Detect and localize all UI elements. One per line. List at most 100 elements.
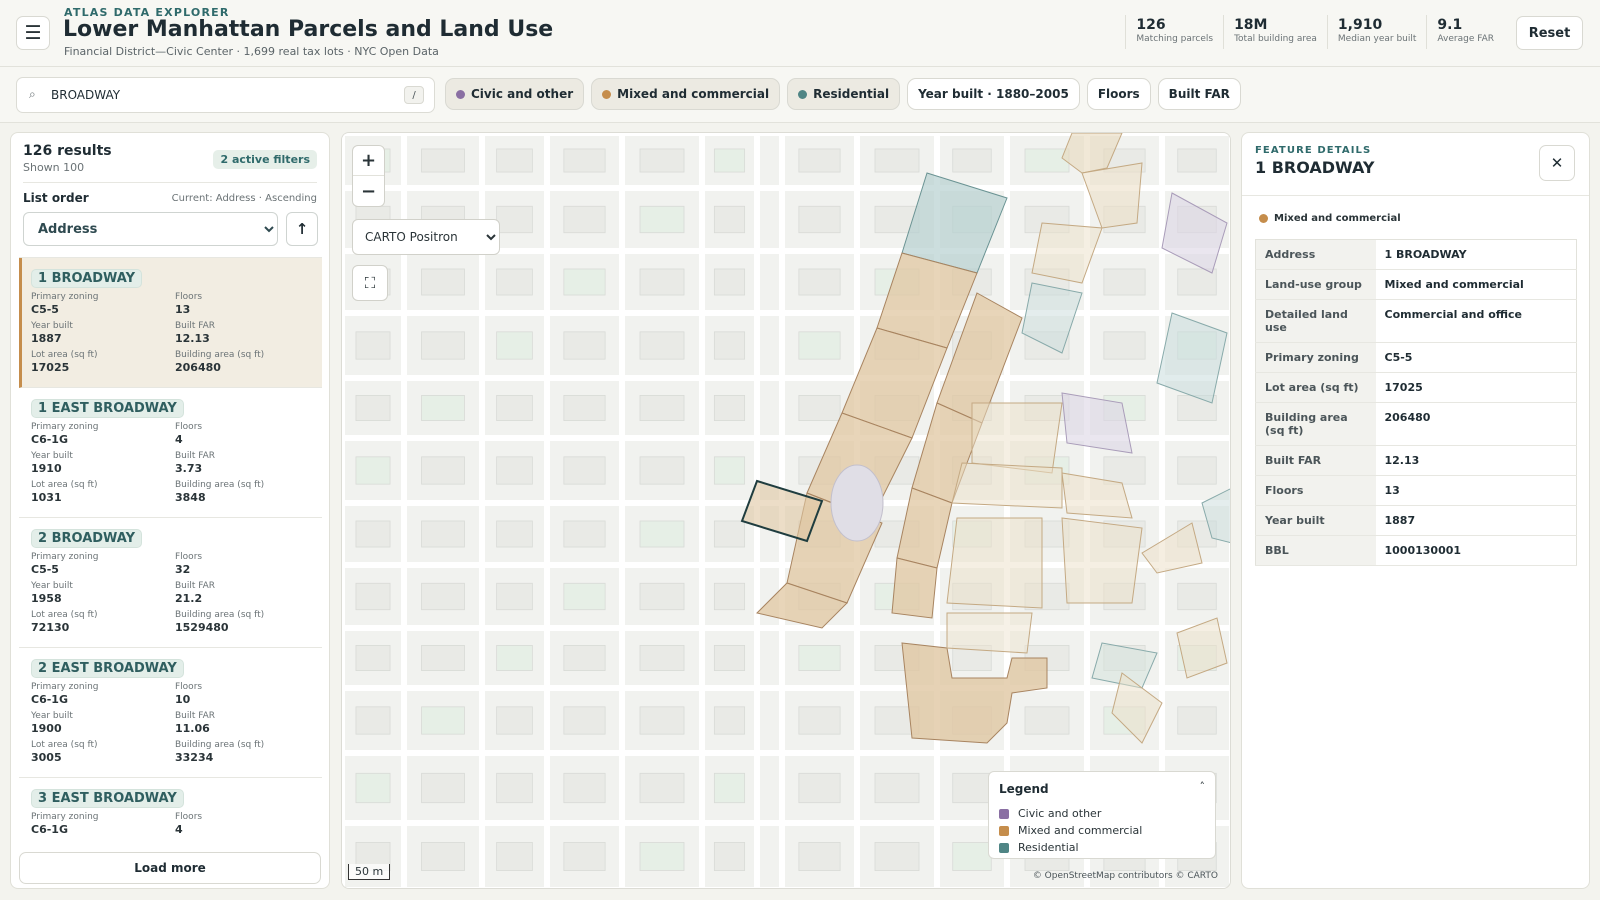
attribute-value: 1000130001 bbox=[1375, 535, 1577, 566]
stat-value: 1,910 bbox=[1337, 17, 1383, 33]
building-footprint bbox=[563, 582, 606, 611]
building-footprint bbox=[496, 706, 533, 735]
building-footprint bbox=[798, 331, 841, 360]
map-canvas[interactable]: + − CARTO Positron ⛶ 50 m © OpenStreetMa… bbox=[341, 132, 1231, 889]
menu-button[interactable]: ☰ bbox=[16, 16, 50, 50]
building-footprint bbox=[421, 394, 465, 421]
chip-year-built[interactable]: Year built · 1880–2005 bbox=[907, 78, 1080, 110]
attribute-key: Year built bbox=[1255, 505, 1376, 536]
building-footprint bbox=[1103, 456, 1146, 485]
fullscreen-button[interactable]: ⛶ bbox=[352, 265, 388, 301]
attribute-table: Address 1 BROADWAY Land-use group Mixed and… bbox=[1255, 239, 1577, 566]
building-footprint bbox=[1103, 331, 1146, 360]
field-label: Floors bbox=[175, 682, 203, 692]
parcel[interactable] bbox=[1061, 517, 1143, 604]
building-footprint bbox=[713, 268, 746, 296]
field-label: Built FAR bbox=[175, 581, 216, 591]
field-label: Year built bbox=[31, 451, 73, 461]
land-use-dot-icon bbox=[1259, 214, 1268, 223]
building-footprint bbox=[713, 520, 746, 548]
result-card[interactable]: 3 EAST BROADWAY Primary zoning C6-1G Floo… bbox=[19, 778, 322, 834]
building-footprint bbox=[355, 645, 391, 672]
stat-average-far: 9.1 Average FAR bbox=[1426, 15, 1504, 49]
scale-bar: 50 m bbox=[348, 864, 391, 880]
field-label: Building area (sq ft) bbox=[175, 480, 265, 490]
chip-mixed-and-commercial[interactable]: Mixed and commercial bbox=[591, 78, 781, 110]
building-footprint bbox=[355, 394, 391, 421]
field-label: Year built bbox=[31, 711, 73, 721]
field-label: Floors bbox=[175, 292, 203, 302]
building-footprint bbox=[563, 645, 606, 672]
parcel[interactable] bbox=[1031, 222, 1103, 284]
chip-label: Built FAR bbox=[1168, 87, 1230, 101]
result-card[interactable]: 1 BROADWAY Primary zoning C5-5 Floors 13 Y… bbox=[19, 258, 322, 388]
chip-residential[interactable]: Residential bbox=[787, 78, 901, 110]
parcel[interactable] bbox=[1156, 312, 1228, 404]
building-footprint bbox=[713, 772, 746, 804]
collapse-legend-icon[interactable]: ˄ bbox=[1200, 780, 1206, 793]
building-footprint bbox=[563, 520, 606, 548]
basemap-select[interactable]: CARTO Positron bbox=[352, 219, 500, 255]
attribute-key: Primary zoning bbox=[1255, 342, 1376, 373]
result-card[interactable]: 1 EAST BROADWAY Primary zoning C6-1G Floo… bbox=[19, 388, 322, 518]
chip-label: Floors bbox=[1097, 87, 1140, 101]
building-footprint bbox=[496, 582, 533, 611]
zoom-out-button[interactable]: − bbox=[353, 176, 384, 206]
field-value: 206480 bbox=[175, 361, 221, 374]
parcel[interactable] bbox=[951, 462, 1063, 509]
sort-direction-button[interactable]: ↑ bbox=[286, 212, 318, 246]
building-footprint bbox=[355, 456, 391, 485]
attribute-key: Building area (sq ft) bbox=[1255, 402, 1376, 446]
chip-floors[interactable]: Floors bbox=[1086, 78, 1151, 110]
parcel[interactable] bbox=[830, 464, 884, 542]
stat-label: Total building area bbox=[1234, 34, 1317, 44]
building-footprint bbox=[563, 842, 606, 871]
building-footprint bbox=[1024, 706, 1070, 735]
summary-stats: 126 Matching parcels 18M Total building … bbox=[1125, 15, 1504, 49]
parcel[interactable] bbox=[1081, 162, 1143, 229]
parcel[interactable] bbox=[891, 557, 938, 619]
results-count: 126 results bbox=[23, 143, 112, 159]
load-more-button[interactable]: Load more bbox=[19, 852, 321, 884]
building-footprint bbox=[874, 148, 920, 173]
search-input[interactable] bbox=[51, 78, 381, 112]
attribute-key: Address bbox=[1255, 239, 1376, 270]
stat-matching-parcels: 126 Matching parcels bbox=[1125, 15, 1223, 49]
field-label: Built FAR bbox=[175, 321, 216, 331]
building-footprint bbox=[639, 205, 685, 234]
result-title: 2 EAST BROADWAY bbox=[31, 659, 184, 678]
result-card[interactable]: 2 EAST BROADWAY Primary zoning C6-1G Floo… bbox=[19, 648, 322, 778]
reset-button[interactable]: Reset bbox=[1516, 16, 1583, 50]
chip-civic-and-other[interactable]: Civic and other bbox=[445, 78, 585, 110]
parcel[interactable] bbox=[946, 612, 1033, 654]
building-footprint bbox=[563, 148, 606, 173]
field-value: 12.13 bbox=[175, 332, 210, 345]
field-value: C5-5 bbox=[31, 563, 59, 576]
close-details-button[interactable]: ✕ bbox=[1539, 145, 1575, 181]
parcel[interactable] bbox=[1161, 192, 1228, 274]
page-title: Lower Manhattan Parcels and Land Use bbox=[63, 17, 554, 42]
building-footprint bbox=[713, 706, 746, 735]
mixed-swatch-icon bbox=[999, 825, 1009, 836]
parcel[interactable] bbox=[946, 517, 1043, 609]
feature-details-panel: FEATURE DETAILS 1 BROADWAY ✕ Mixed and c… bbox=[1241, 132, 1590, 889]
result-title: 1 BROADWAY bbox=[31, 269, 143, 288]
parcel[interactable] bbox=[971, 402, 1063, 474]
building-footprint bbox=[421, 842, 465, 871]
building-footprint bbox=[563, 331, 606, 360]
building-footprint bbox=[952, 148, 992, 173]
result-card[interactable]: 2 BROADWAY Primary zoning C5-5 Floors 32 Y… bbox=[19, 518, 322, 648]
zoom-in-button[interactable]: + bbox=[353, 146, 384, 176]
search-box: ⌕ / bbox=[16, 77, 435, 113]
chip-built-far[interactable]: Built FAR bbox=[1157, 78, 1241, 110]
attribute-value: 13 bbox=[1375, 475, 1577, 506]
attribute-value: C5-5 bbox=[1375, 342, 1577, 373]
stat-label: Median year built bbox=[1337, 34, 1417, 44]
field-value: 13 bbox=[175, 303, 191, 316]
sort-select[interactable]: Address bbox=[23, 212, 278, 246]
building-footprint bbox=[563, 205, 606, 234]
attribute-value: 206480 bbox=[1375, 402, 1577, 446]
parcel[interactable] bbox=[1141, 522, 1203, 574]
results-list[interactable]: 1 BROADWAY Primary zoning C5-5 Floors 13 Y… bbox=[19, 257, 322, 834]
mixed-dot-icon bbox=[602, 89, 612, 99]
